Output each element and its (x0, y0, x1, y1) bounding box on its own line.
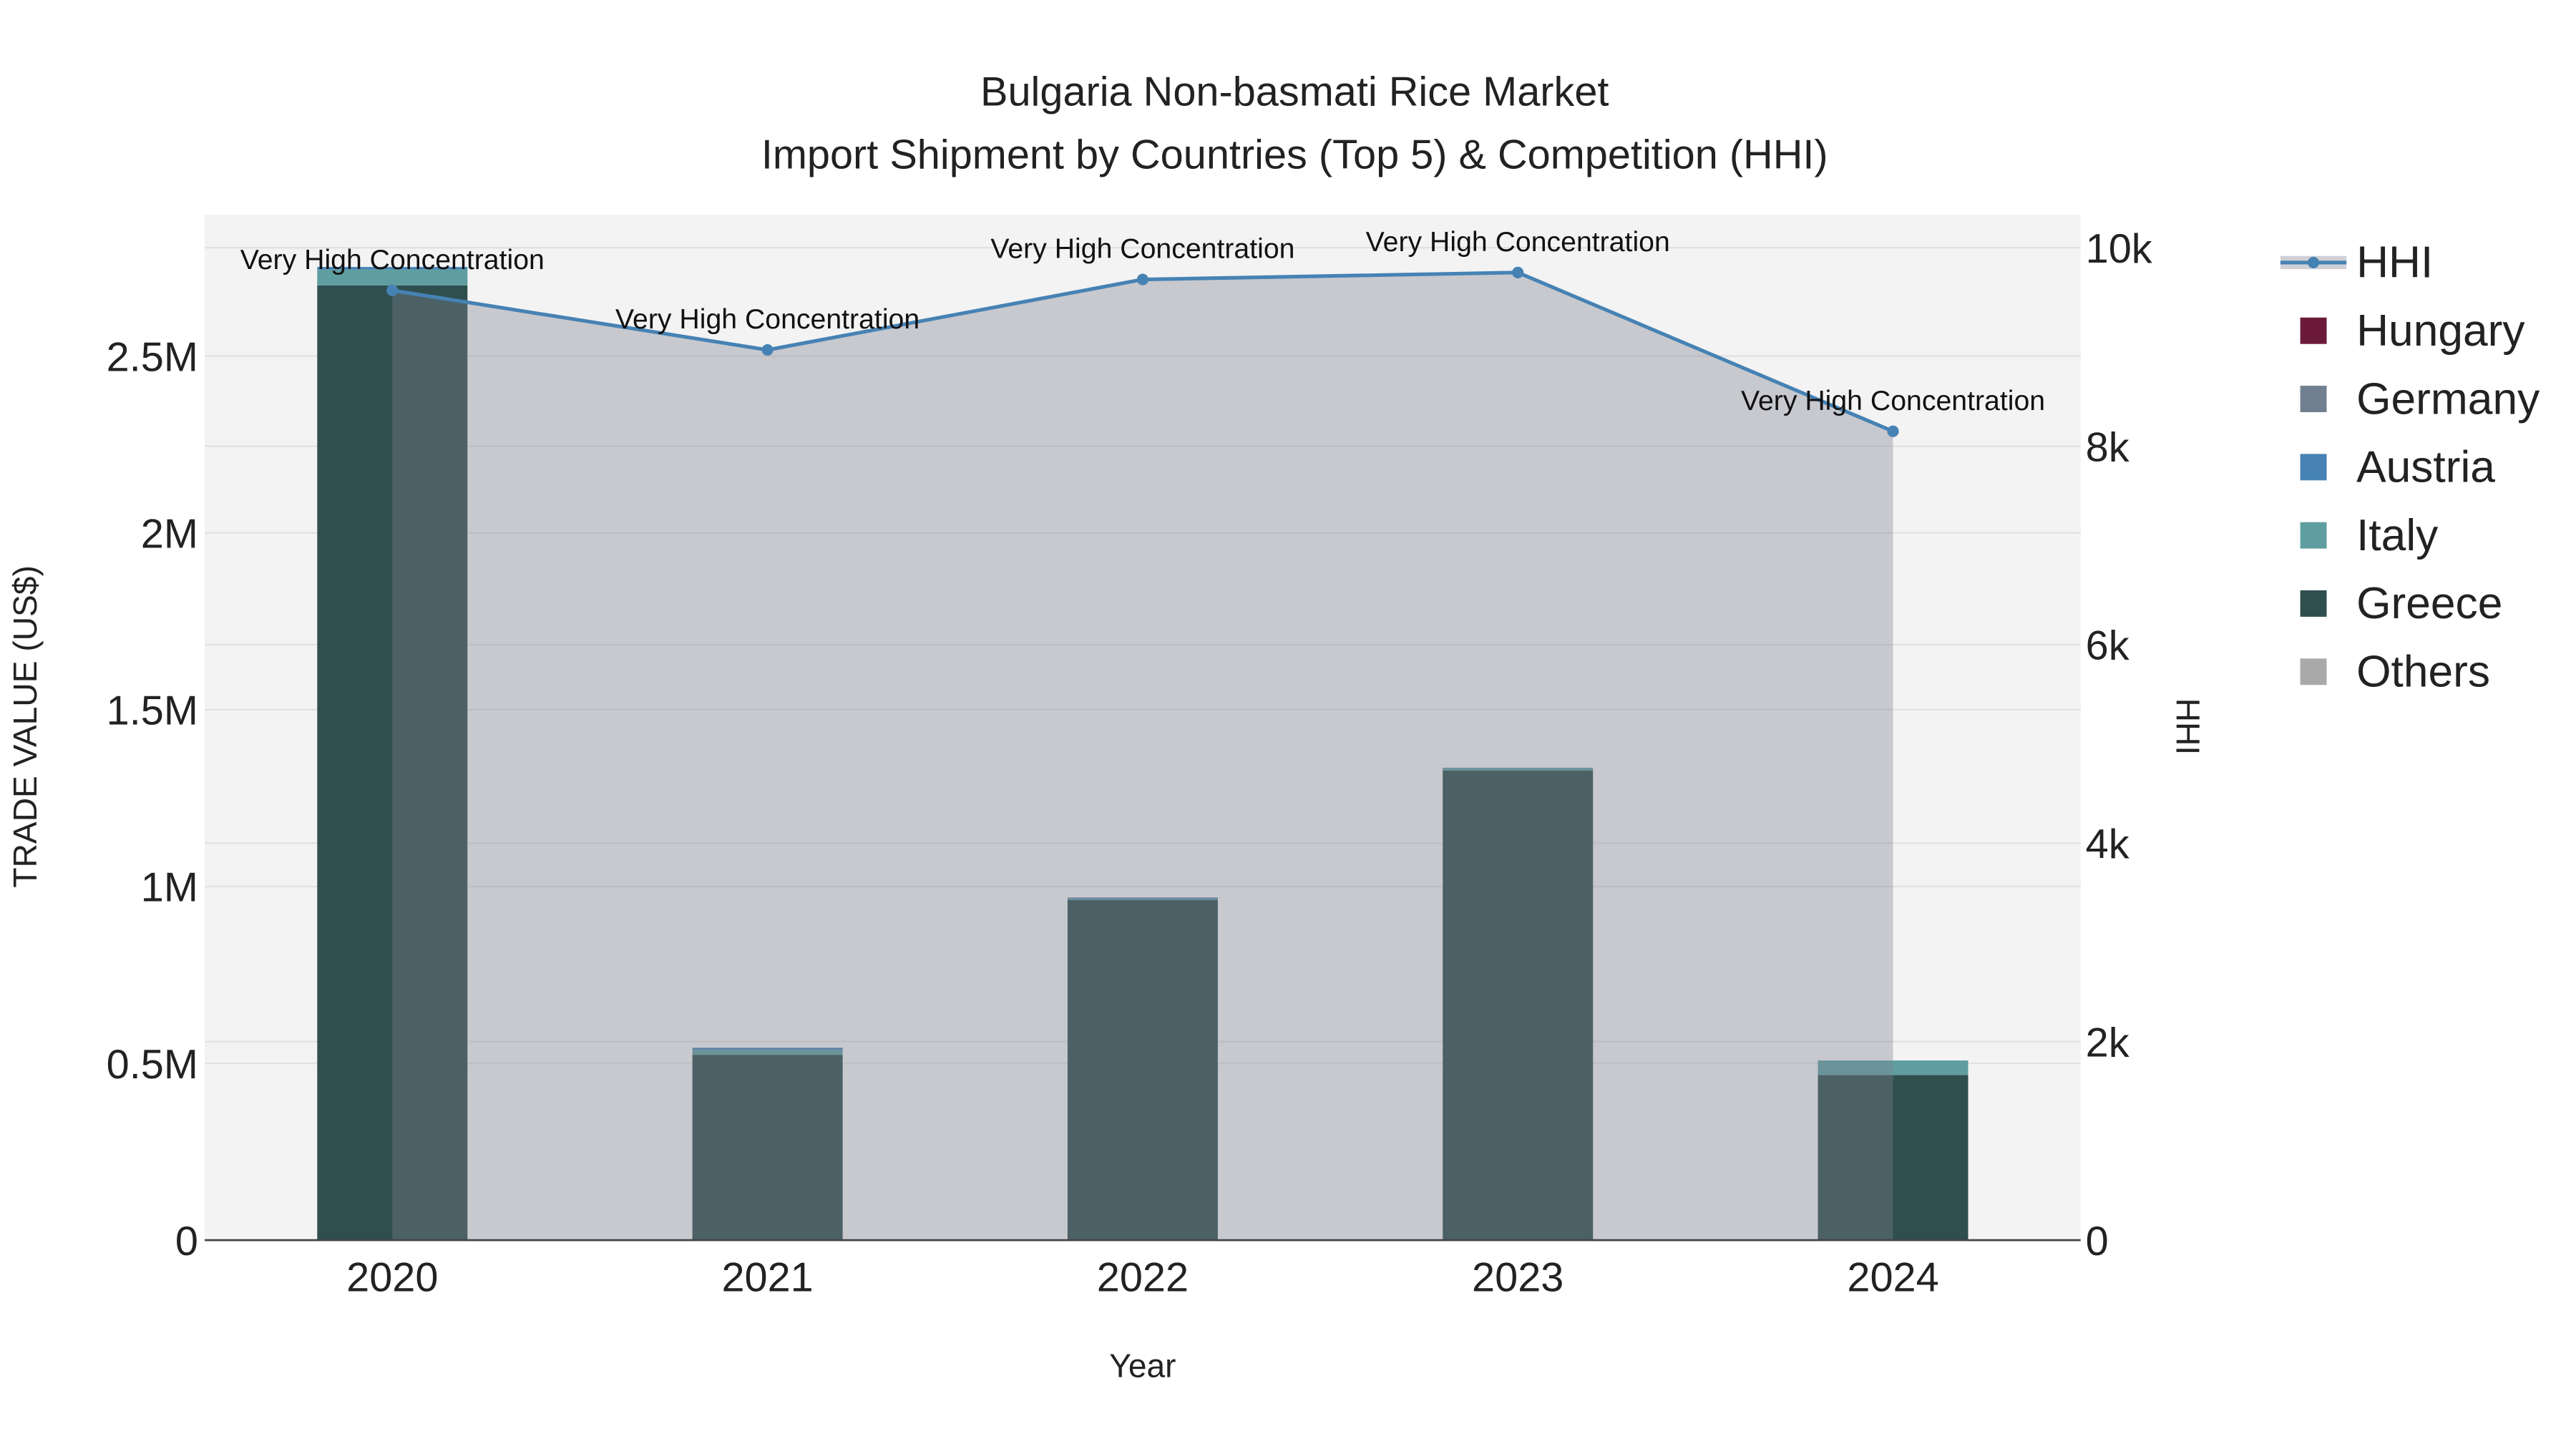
x-tick-label: 2022 (1097, 1255, 1189, 1301)
hhi-point-2023 (1512, 266, 1524, 278)
hhi-point-2020 (386, 284, 399, 296)
legend-swatch-italy (2300, 522, 2327, 549)
x-tick-label: 2020 (346, 1255, 438, 1301)
y-tick-label: 0.5M (107, 1042, 198, 1088)
y-tick-label: 1M (141, 865, 198, 911)
legend-label-hungary: Hungary (2356, 306, 2525, 356)
y-tick-label: 0 (175, 1219, 198, 1264)
hhi-point-2024 (1887, 425, 1899, 437)
hhi-area (392, 272, 1893, 1241)
legend-label-greece: Greece (2356, 579, 2502, 628)
legend-swatch-hungary (2300, 317, 2327, 344)
y2-axis-label: HHI (2170, 698, 2207, 755)
hhi-annotation: Very High Concentration (615, 303, 919, 335)
hhi-annotation: Very High Concentration (1366, 226, 1670, 258)
x-tick-label: 2023 (1472, 1255, 1563, 1301)
legend-swatch-greece (2300, 590, 2327, 617)
hhi-point-2022 (1136, 273, 1148, 286)
x-tick-label: 2024 (1847, 1255, 1938, 1301)
legend-label-italy: Italy (2356, 511, 2439, 560)
hhi-annotation: Very High Concentration (240, 244, 545, 275)
hhi-annotation: Very High Concentration (990, 233, 1294, 265)
legend-label-others: Others (2356, 648, 2490, 697)
chart: Very High Concentration Very High Concent… (6, 69, 2540, 1385)
y-tick-label: 2M (141, 512, 198, 557)
y2-tick-label: 4k (2086, 821, 2129, 867)
y2-tick-label: 8k (2086, 424, 2129, 470)
chart-title-line1: Bulgaria Non-basmati Rice Market (980, 69, 1609, 115)
legend-label-austria: Austria (2356, 443, 2495, 492)
y2-tick-label: 2k (2086, 1020, 2129, 1065)
y-axis-label: TRADE VALUE (US$) (6, 565, 44, 887)
legend-swatch-others (2300, 658, 2327, 686)
hhi-annotation: Very High Concentration (1741, 385, 2045, 416)
x-tick-label: 2021 (721, 1255, 813, 1301)
legend-swatch-austria (2300, 454, 2327, 481)
legend-swatch-germany (2300, 386, 2327, 412)
y2-tick-label: 10k (2086, 226, 2152, 272)
y2-tick-label: 6k (2086, 623, 2129, 669)
hhi-point-2021 (761, 343, 774, 356)
x-axis-label: Year (1109, 1347, 1176, 1385)
y-tick-label: 2.5M (107, 334, 198, 380)
legend-hhi-marker (2308, 256, 2320, 268)
chart-title-line2: Import Shipment by Countries (Top 5) & C… (761, 132, 1828, 177)
legend-label-germany: Germany (2356, 374, 2540, 424)
y-tick-label: 1.5M (107, 688, 198, 734)
y2-tick-label: 0 (2086, 1219, 2109, 1264)
legend-label-hhi: HHI (2356, 238, 2433, 288)
